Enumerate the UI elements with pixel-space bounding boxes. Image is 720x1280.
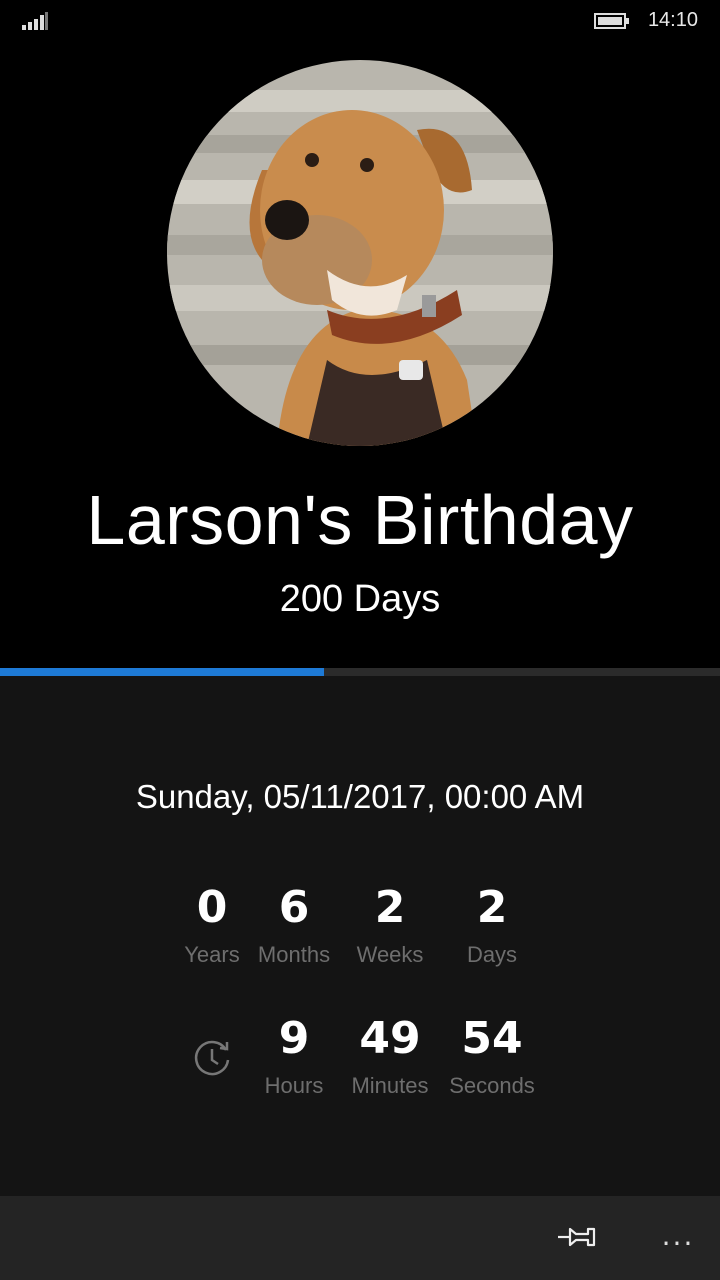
timer-reset-icon (194, 1040, 230, 1076)
days-unit: 2 Days (432, 882, 552, 968)
days-value: 2 (476, 882, 508, 933)
status-bar: 14:10 (0, 0, 720, 44)
event-date: Sunday, 05/11/2017, 00:00 AM (135, 778, 585, 815)
pin-icon[interactable] (556, 1216, 598, 1258)
countdown-panel: Sunday, 05/11/2017, 00:00 AM 0 Years 6 M… (0, 676, 720, 1196)
progress-fill (0, 668, 324, 676)
more-options-button[interactable]: ... (652, 1210, 704, 1262)
event-header: Larson's Birthday 200 Days (0, 44, 720, 670)
battery-icon (594, 13, 629, 29)
seconds-unit: 54 Seconds (432, 1013, 552, 1099)
dog-photo (167, 60, 553, 446)
signal-bars-icon (22, 12, 48, 30)
seconds-label: Seconds (449, 1073, 535, 1098)
status-time: 14:10 (647, 9, 698, 31)
app-bar: ... (0, 1196, 720, 1280)
event-title: Larson's Birthday (86, 481, 634, 559)
seconds-value: 54 (461, 1013, 523, 1064)
days-label: Days (466, 942, 518, 967)
progress-bar (0, 668, 720, 676)
dog-photo-image (167, 60, 553, 446)
days-remaining: 200 Days (279, 578, 441, 620)
